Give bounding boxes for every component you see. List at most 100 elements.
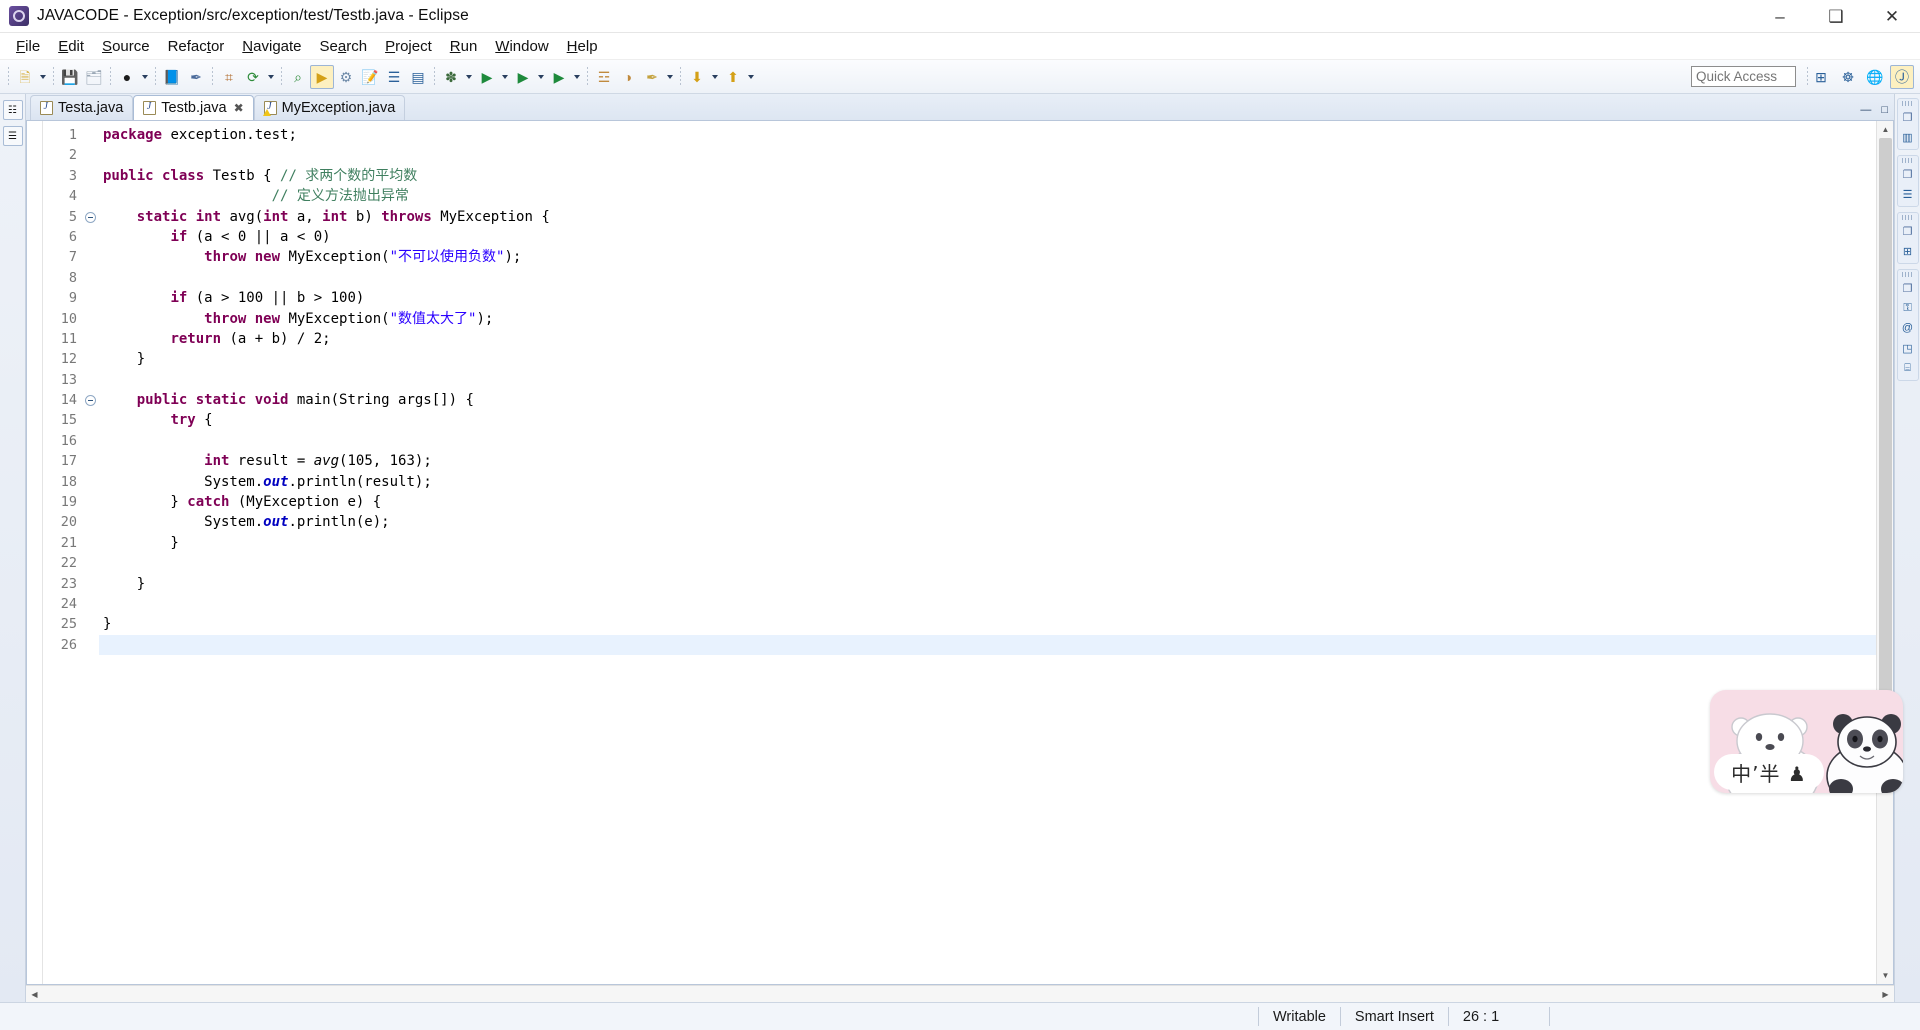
- run-last-dropdown-icon[interactable]: [571, 65, 583, 89]
- scroll-left-icon[interactable]: ◀: [26, 986, 43, 1003]
- editor-tab-testb[interactable]: Testb.java ✖: [133, 95, 254, 120]
- view-icon-1[interactable]: ⚿: [1899, 299, 1917, 317]
- new-wizard-dropdown-icon[interactable]: [37, 65, 49, 89]
- scroll-right-icon[interactable]: ▶: [1877, 986, 1894, 1003]
- menu-edit[interactable]: Edit: [49, 35, 93, 58]
- open-type-button[interactable]: ◑: [616, 65, 640, 89]
- code-line[interactable]: public class Testb { // 求两个数的平均数: [99, 166, 1893, 186]
- new-wizard-button[interactable]: 🗎: [13, 65, 37, 89]
- drag-grip[interactable]: [1901, 158, 1914, 163]
- coverage-button[interactable]: ▶: [511, 65, 535, 89]
- print-dropdown-icon[interactable]: [139, 65, 151, 89]
- editor-horizontal-scrollbar[interactable]: ◀ ▶: [26, 985, 1894, 1002]
- menu-source[interactable]: Source: [93, 35, 159, 58]
- code-line[interactable]: if (a < 0 || a < 0): [99, 227, 1893, 247]
- editor-tab-myexception[interactable]: MyException.java: [253, 95, 406, 120]
- print-button[interactable]: ●: [115, 65, 139, 89]
- view-icon-1[interactable]: ▥: [1899, 128, 1917, 146]
- code-line[interactable]: // 定义方法抛出异常: [99, 186, 1893, 206]
- restore-view-icon[interactable]: ❐: [1899, 165, 1917, 183]
- code-line[interactable]: throw new MyException("数值太大了");: [99, 309, 1893, 329]
- view-icon-2[interactable]: @: [1899, 319, 1917, 337]
- code-line[interactable]: [99, 431, 1893, 451]
- java-source-editor[interactable]: 1 2 3 4 5 6 7 8 9 10 11 12 13 14 15 16 17 18 19 20 21 22 23 24 2…: [26, 121, 1894, 985]
- code-line[interactable]: [99, 553, 1893, 573]
- code-line[interactable]: [99, 268, 1893, 288]
- web-perspective-button[interactable]: 🌐: [1863, 65, 1887, 89]
- view-icon-1[interactable]: ☰: [1899, 185, 1917, 203]
- code-line[interactable]: } catch (MyException e) {: [99, 492, 1893, 512]
- minimize-button[interactable]: –: [1752, 0, 1808, 33]
- close-button[interactable]: ✕: [1864, 0, 1920, 33]
- collapse-fold-icon[interactable]: [85, 211, 96, 223]
- run-as-button[interactable]: ▶: [310, 64, 334, 89]
- debug-dropdown-icon[interactable]: [463, 65, 475, 89]
- drag-grip[interactable]: [1901, 215, 1914, 220]
- code-line[interactable]: try {: [99, 410, 1893, 430]
- code-line[interactable]: int result = avg(105, 163);: [99, 451, 1893, 471]
- editor-tab-testa[interactable]: Testa.java: [30, 95, 134, 120]
- menu-project[interactable]: Project: [376, 35, 441, 58]
- refresh-dropdown-icon[interactable]: [265, 65, 277, 89]
- coverage-dropdown-icon[interactable]: [535, 65, 547, 89]
- code-line[interactable]: [99, 370, 1893, 390]
- new-java-package-button[interactable]: 📘: [160, 65, 184, 89]
- code-line[interactable]: if (a > 100 || b > 100): [99, 288, 1893, 308]
- code-line[interactable]: [99, 635, 1893, 655]
- vertical-scroll-thumb[interactable]: [1879, 138, 1892, 785]
- code-line[interactable]: }: [99, 349, 1893, 369]
- run-dropdown-icon[interactable]: [499, 65, 511, 89]
- search-button[interactable]: ⌕: [286, 65, 310, 89]
- menu-window[interactable]: Window: [486, 35, 557, 58]
- quick-fix-button[interactable]: ✒: [640, 65, 664, 89]
- menu-run[interactable]: Run: [441, 35, 487, 58]
- new-class-button[interactable]: ⌗: [217, 65, 241, 89]
- code-line[interactable]: [99, 145, 1893, 165]
- restore-view-icon[interactable]: ❐: [1899, 279, 1917, 297]
- maximize-editor-icon[interactable]: □: [1881, 104, 1888, 116]
- code-line[interactable]: System.out.println(result);: [99, 472, 1893, 492]
- code-line[interactable]: public static void main(String args[]) {: [99, 390, 1893, 410]
- code-line[interactable]: }: [99, 614, 1893, 634]
- save-button[interactable]: 💾: [58, 65, 82, 89]
- minimize-editor-icon[interactable]: —: [1860, 104, 1871, 116]
- link-editor-button[interactable]: ✒: [184, 65, 208, 89]
- code-line[interactable]: throw new MyException("不可以使用负数");: [99, 247, 1893, 267]
- collapse-fold-icon[interactable]: [85, 395, 96, 407]
- save-all-button[interactable]: 🗂: [82, 65, 106, 89]
- outline-view[interactable]: ☰: [2, 126, 23, 146]
- drag-grip[interactable]: [1901, 272, 1914, 277]
- maximize-button[interactable]: ❑: [1808, 0, 1864, 33]
- code-line[interactable]: }: [99, 533, 1893, 553]
- scroll-down-icon[interactable]: ▼: [1877, 967, 1893, 984]
- open-perspective-button[interactable]: ⊞: [1809, 65, 1833, 89]
- tab-close-icon[interactable]: ✖: [234, 101, 244, 115]
- view-icon-1[interactable]: ⊞: [1899, 242, 1917, 260]
- previous-annotation-dropdown-icon[interactable]: [745, 65, 757, 89]
- refresh-button[interactable]: ⟳: [241, 65, 265, 89]
- view-icon-3[interactable]: ◳: [1899, 339, 1917, 357]
- java-ee-perspective-button[interactable]: ☸: [1836, 65, 1860, 89]
- code-line[interactable]: System.out.println(e);: [99, 512, 1893, 532]
- menu-refactor[interactable]: Refactor: [159, 35, 234, 58]
- menu-navigate[interactable]: Navigate: [233, 35, 310, 58]
- new-java-project-button[interactable]: ☲: [592, 65, 616, 89]
- run-button[interactable]: ▶: [475, 65, 499, 89]
- menu-search[interactable]: Search: [311, 35, 377, 58]
- external-tools-button[interactable]: ⚙: [334, 65, 358, 89]
- menu-help[interactable]: Help: [558, 35, 607, 58]
- next-annotation-dropdown-icon[interactable]: [709, 65, 721, 89]
- restore-view-icon[interactable]: ❐: [1899, 222, 1917, 240]
- code-line[interactable]: package exception.test;: [99, 125, 1893, 145]
- editor-vertical-scrollbar[interactable]: ▲ ▼: [1876, 121, 1893, 984]
- code-text-area[interactable]: package exception.test; public class Tes…: [99, 121, 1893, 984]
- toggle-markers-button[interactable]: ☰: [382, 65, 406, 89]
- run-last-button[interactable]: ▶: [547, 65, 571, 89]
- code-line[interactable]: return (a + b) / 2;: [99, 329, 1893, 349]
- restore-view-icon[interactable]: ❐: [1899, 108, 1917, 126]
- quick-access-input[interactable]: [1691, 66, 1796, 87]
- quick-fix-dropdown-icon[interactable]: [664, 65, 676, 89]
- menu-file[interactable]: File: [7, 35, 49, 58]
- scroll-up-icon[interactable]: ▲: [1877, 121, 1893, 138]
- drag-grip[interactable]: [1901, 101, 1914, 106]
